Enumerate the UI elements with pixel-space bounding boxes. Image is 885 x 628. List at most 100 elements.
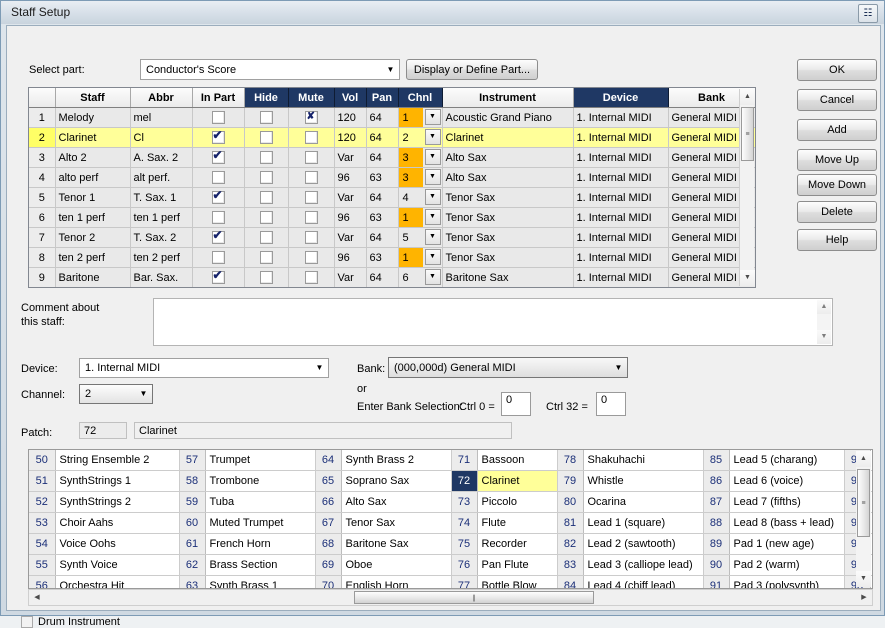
device-cell[interactable]: 1. Internal MIDI: [573, 268, 668, 288]
mute-checkbox[interactable]: [305, 271, 318, 284]
hide-cell[interactable]: [244, 248, 288, 268]
patch-name-cell[interactable]: Tenor Sax: [341, 513, 451, 534]
header-in-part[interactable]: In Part: [192, 88, 244, 108]
move-down-button[interactable]: Move Down: [797, 174, 877, 196]
row-number-4[interactable]: 4: [29, 168, 55, 188]
hide-checkbox[interactable]: [260, 231, 273, 244]
row-number-1[interactable]: 1: [29, 108, 55, 128]
table-row[interactable]: 8ten 2 perften 2 perf96631▼Tenor Sax1. I…: [29, 248, 755, 268]
table-row[interactable]: 1Melodymel120641▼Acoustic Grand Piano1. …: [29, 108, 755, 128]
mute-cell[interactable]: [288, 168, 334, 188]
instrument-cell[interactable]: Alto Sax: [442, 168, 573, 188]
device-cell[interactable]: 1. Internal MIDI: [573, 188, 668, 208]
hscroll-left-icon[interactable]: ◀: [30, 591, 44, 604]
table-row[interactable]: 6ten 1 perften 1 perf96631▼Tenor Sax1. I…: [29, 208, 755, 228]
header-instrument[interactable]: Instrument: [442, 88, 573, 108]
hide-checkbox[interactable]: [260, 151, 273, 164]
patch-vertical-scrollbar[interactable]: ▲ ≡ ▼: [856, 451, 871, 587]
drum-instrument-checkbox[interactable]: [21, 616, 33, 628]
patch-number-69[interactable]: 69: [315, 555, 341, 576]
patch-name-cell[interactable]: Lead 6 (voice): [729, 471, 844, 492]
patch-number-89[interactable]: 89: [703, 534, 729, 555]
patch-name-cell[interactable]: Lead 1 (square): [583, 513, 703, 534]
patch-number-79[interactable]: 79: [557, 471, 583, 492]
hide-checkbox[interactable]: [260, 171, 273, 184]
vol-cell[interactable]: Var: [334, 148, 366, 168]
patch-name-cell[interactable]: Baritone Sax: [341, 534, 451, 555]
patch-name-cell[interactable]: Bottle Blow: [477, 576, 557, 590]
patch-name-cell[interactable]: Orchestra Hit: [55, 576, 179, 590]
chevron-down-icon[interactable]: ▼: [425, 129, 441, 145]
patch-name-cell[interactable]: Muted Trumpet: [205, 513, 315, 534]
patch-name-cell[interactable]: Lead 2 (sawtooth): [583, 534, 703, 555]
patch-number-57[interactable]: 57: [179, 450, 205, 471]
patch-name-cell[interactable]: Shakuhachi: [583, 450, 703, 471]
patch-number-74[interactable]: 74: [451, 513, 477, 534]
scroll-up-icon[interactable]: ▲: [740, 89, 755, 105]
patch-horizontal-scrollbar[interactable]: ◀ ∥ ▶: [28, 589, 873, 606]
pan-cell[interactable]: 64: [366, 188, 398, 208]
chnl-cell[interactable]: 6▼: [398, 268, 442, 288]
patch-number-64[interactable]: 64: [315, 450, 341, 471]
chnl-cell[interactable]: 1▼: [398, 248, 442, 268]
bank-dropdown[interactable]: (000,000d) General MIDI ▼: [388, 357, 628, 378]
header-pan[interactable]: Pan: [366, 88, 398, 108]
vol-cell[interactable]: 96: [334, 168, 366, 188]
header-hide[interactable]: Hide: [244, 88, 288, 108]
patch-number-63[interactable]: 63: [179, 576, 205, 590]
channel-dropdown[interactable]: 2 ▼: [79, 384, 153, 404]
patch-name-cell[interactable]: Synth Brass 2: [341, 450, 451, 471]
patch-number-66[interactable]: 66: [315, 492, 341, 513]
comment-textarea[interactable]: ▲ ▼: [153, 298, 833, 346]
chnl-cell[interactable]: 3▼: [398, 168, 442, 188]
pan-cell[interactable]: 64: [366, 128, 398, 148]
in-part-cell[interactable]: [192, 208, 244, 228]
hscroll-right-icon[interactable]: ▶: [857, 591, 871, 604]
patch-number-76[interactable]: 76: [451, 555, 477, 576]
chnl-cell[interactable]: 1▼: [398, 108, 442, 128]
mute-checkbox[interactable]: [305, 151, 318, 164]
vol-cell[interactable]: Var: [334, 228, 366, 248]
patch-number-60[interactable]: 60: [179, 513, 205, 534]
pan-cell[interactable]: 64: [366, 228, 398, 248]
table-row[interactable]: 3Alto 2A. Sax. 2Var643▼Alto Sax1. Intern…: [29, 148, 755, 168]
patch-name-cell[interactable]: Trombone: [205, 471, 315, 492]
in-part-checkbox[interactable]: [212, 171, 225, 184]
patch-number-54[interactable]: 54: [29, 534, 55, 555]
delete-button[interactable]: Delete: [797, 201, 877, 223]
chnl-cell[interactable]: 5▼: [398, 228, 442, 248]
patch-name-cell[interactable]: Synth Voice: [55, 555, 179, 576]
header-vol[interactable]: Vol: [334, 88, 366, 108]
staff-name-cell[interactable]: alto perf: [55, 168, 130, 188]
patch-scroll-up-icon[interactable]: ▲: [856, 451, 871, 467]
in-part-cell[interactable]: [192, 228, 244, 248]
staff-name-cell[interactable]: Tenor 2: [55, 228, 130, 248]
hscroll-thumb[interactable]: ∥: [354, 591, 594, 604]
mute-checkbox[interactable]: [305, 211, 318, 224]
drum-instrument-row[interactable]: Drum Instrument: [21, 616, 120, 628]
patch-number-50[interactable]: 50: [29, 450, 55, 471]
display-or-define-part-button[interactable]: Display or Define Part...: [406, 59, 538, 80]
patch-number-70[interactable]: 70: [315, 576, 341, 590]
mute-checkbox[interactable]: [305, 251, 318, 264]
header-abbr[interactable]: Abbr: [130, 88, 192, 108]
patch-number-84[interactable]: 84: [557, 576, 583, 590]
patch-name-cell[interactable]: Trumpet: [205, 450, 315, 471]
staff-name-cell[interactable]: Tenor 1: [55, 188, 130, 208]
pan-cell[interactable]: 64: [366, 148, 398, 168]
move-up-button[interactable]: Move Up: [797, 149, 877, 171]
mute-cell[interactable]: [288, 148, 334, 168]
patch-number-83[interactable]: 83: [557, 555, 583, 576]
patch-list-grid[interactable]: 50String Ensemble 257Trumpet64Synth Bras…: [28, 449, 873, 589]
chevron-down-icon[interactable]: ▼: [425, 209, 441, 225]
patch-name-cell[interactable]: Ocarina: [583, 492, 703, 513]
device-cell[interactable]: 1. Internal MIDI: [573, 108, 668, 128]
patch-name-cell[interactable]: Tuba: [205, 492, 315, 513]
staff-abbr-cell[interactable]: ten 1 perf: [130, 208, 192, 228]
mute-cell[interactable]: [288, 248, 334, 268]
staff-abbr-cell[interactable]: Cl: [130, 128, 192, 148]
chnl-cell[interactable]: 1▼: [398, 208, 442, 228]
hide-cell[interactable]: [244, 268, 288, 288]
hide-checkbox[interactable]: [260, 131, 273, 144]
chevron-down-icon[interactable]: ▼: [425, 169, 441, 185]
